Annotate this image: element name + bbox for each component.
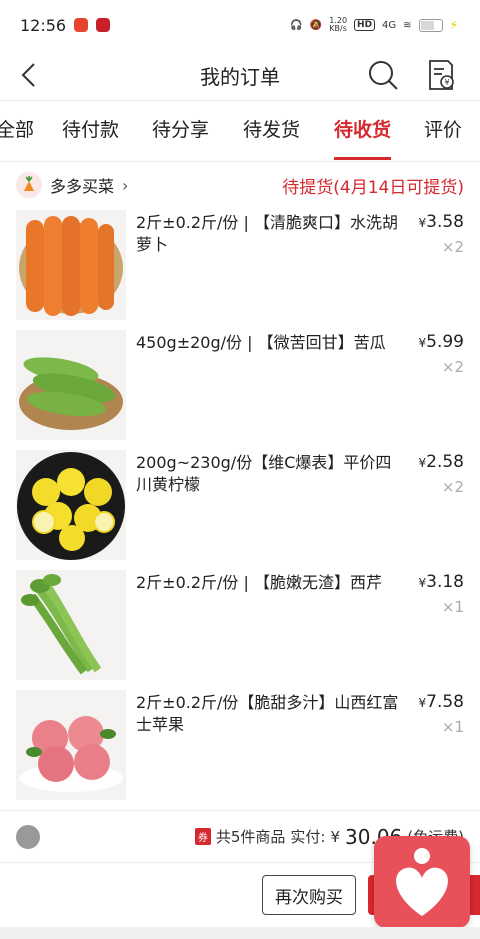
- charging-icon: ⚡: [449, 18, 458, 32]
- tab-to-ship[interactable]: 待发货: [243, 101, 300, 160]
- currency-symbol: ¥: [418, 456, 427, 470]
- avatar: [16, 824, 40, 849]
- price-value: 3.18: [426, 572, 464, 592]
- item-title: 2斤±0.2斤/份 | 【清脆爽口】水洗胡萝卜: [136, 213, 398, 254]
- carrot-icon: [24, 176, 34, 191]
- price-value: 3.58: [426, 212, 464, 232]
- tab-all[interactable]: 全部: [0, 101, 34, 160]
- network-speed: 1.20 KB/s: [329, 16, 348, 33]
- item-title: 200g~230g/份【维C爆表】平价四川黄柠檬: [136, 453, 392, 494]
- item-quantity: ×2: [441, 478, 464, 496]
- chevron-right-icon: ›: [122, 175, 129, 195]
- shop-name: 多多买菜: [50, 177, 115, 196]
- paid-label: 实付:: [290, 828, 326, 846]
- shop-logo: [16, 172, 42, 198]
- app-notification-icon: [74, 18, 89, 32]
- app-notification-icon-2: [96, 18, 111, 32]
- order-item-carrot[interactable]: 2斤±0.2斤/份 | 【清脆爽口】水洗胡萝卜 ¥3.58 ×2: [16, 210, 464, 320]
- item-quantity: ×2: [441, 358, 464, 376]
- tab-review[interactable]: 评价: [424, 101, 462, 160]
- status-bar: 12:56 🎧 🔕 1.20 KB/s HD 4G ≋ ⚡: [0, 0, 480, 50]
- svg-text:¥: ¥: [444, 78, 449, 87]
- price-value: 2.58: [426, 452, 464, 472]
- signal-icon: 4G: [382, 19, 397, 31]
- price-value: 7.58: [426, 692, 464, 712]
- product-image-carrot: [16, 210, 126, 320]
- heart-person-icon: [396, 848, 448, 916]
- item-title: 450g±20g/份 | 【微苦回甘】苦瓜: [136, 333, 386, 352]
- tab-unpaid[interactable]: 待付款: [62, 101, 119, 160]
- item-count: 共5件商品: [215, 828, 286, 846]
- item-quantity: ×1: [441, 598, 464, 616]
- order-item-bitter-melon[interactable]: 450g±20g/份 | 【微苦回甘】苦瓜 ¥5.99 ×2: [16, 330, 464, 440]
- currency-symbol: ¥: [418, 216, 427, 230]
- order-item-celery[interactable]: 2斤±0.2斤/份 | 【脆嫩无渣】西芹 ¥3.18 ×1: [16, 570, 464, 680]
- invoice-icon[interactable]: ¥: [424, 58, 458, 92]
- item-price: ¥5.99: [419, 332, 465, 352]
- headphone-icon: 🎧: [290, 19, 303, 31]
- order-tabs: 全部 待付款 待分享 待发货 待收货 评价: [0, 100, 480, 162]
- item-price: ¥7.58: [419, 692, 465, 712]
- nav-header: 我的订单 ¥: [0, 50, 480, 100]
- product-image-bitter-melon: [16, 330, 126, 440]
- tab-to-share[interactable]: 待分享: [152, 101, 209, 160]
- item-price: ¥2.58: [419, 452, 465, 472]
- product-image-lemon: [16, 450, 126, 560]
- item-price: ¥3.18: [419, 572, 465, 592]
- mute-icon: 🔕: [309, 19, 323, 31]
- search-icon[interactable]: [366, 58, 400, 92]
- page-title: 我的订单: [200, 64, 280, 89]
- item-title: 2斤±0.2斤/份 | 【脆嫩无渣】西芹: [136, 573, 382, 592]
- status-time: 12:56: [20, 15, 67, 35]
- item-quantity: ×2: [441, 238, 464, 256]
- battery-icon: [418, 18, 443, 32]
- floating-heart-widget[interactable]: [374, 836, 470, 928]
- hd-badge: HD: [354, 19, 376, 31]
- item-quantity: ×1: [441, 718, 464, 736]
- currency-symbol: ¥: [418, 336, 427, 350]
- order-item-apple[interactable]: 2斤±0.2斤/份【脆甜多汁】山西红富士苹果 ¥7.58 ×1: [16, 690, 464, 800]
- tab-to-receive[interactable]: 待收货: [334, 101, 392, 160]
- rebuy-button[interactable]: 再次购买: [262, 875, 356, 915]
- currency-symbol: ¥: [330, 827, 341, 846]
- item-title: 2斤±0.2斤/份【脆甜多汁】山西红富士苹果: [136, 693, 399, 734]
- product-image-celery: [16, 570, 126, 680]
- currency-symbol: ¥: [418, 576, 427, 590]
- product-image-apple: [16, 690, 126, 800]
- item-price: ¥3.58: [419, 212, 465, 232]
- currency-symbol: ¥: [418, 696, 427, 710]
- wifi-icon: ≋: [403, 19, 412, 31]
- home-indicator: [0, 927, 480, 939]
- price-value: 5.99: [426, 332, 464, 352]
- coupon-badge: 券: [194, 828, 211, 845]
- order-status: 待提货(4月14日可提货): [282, 177, 464, 198]
- order-item-lemon[interactable]: 200g~230g/份【维C爆表】平价四川黄柠檬 ¥2.58 ×2: [16, 450, 464, 560]
- back-icon[interactable]: [14, 58, 48, 92]
- shop-header[interactable]: 多多买菜 › 待提货(4月14日可提货): [0, 162, 480, 208]
